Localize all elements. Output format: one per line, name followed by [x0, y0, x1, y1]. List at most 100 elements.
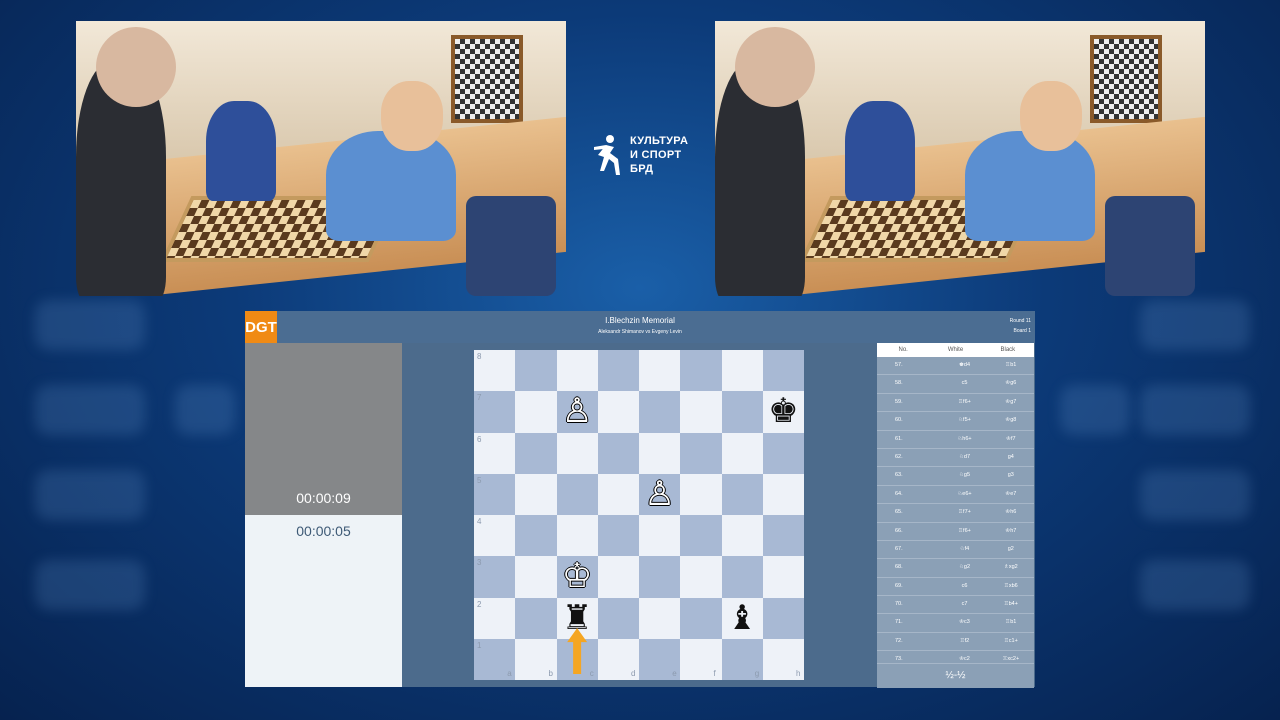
- move-white: ♔c3: [959, 619, 970, 626]
- move-list-header: No. White Black: [877, 343, 1034, 357]
- move-row[interactable]: 63. ♘g5 g3: [877, 467, 1034, 486]
- move-row[interactable]: 69. c6 ♖xb6: [877, 578, 1034, 597]
- move-no: 66.: [895, 527, 903, 534]
- last-move-arrow: [567, 628, 588, 674]
- move-row[interactable]: 66. ♖f6+ ♔h7: [877, 523, 1034, 541]
- round-label: Round 11: [1009, 318, 1031, 324]
- clock-black-time: 00:00:09: [296, 490, 351, 506]
- move-row[interactable]: 67. ♘f4 g2: [877, 541, 1034, 560]
- logo-line-2: И СПОРТ: [630, 149, 682, 161]
- move-row[interactable]: 60. ♘f5+ ♔g8: [877, 412, 1034, 431]
- move-no: 72.: [895, 637, 903, 644]
- move-row[interactable]: 57. ♚d4 ♖b1: [877, 357, 1034, 376]
- move-row[interactable]: 68. ♘g2 ♗xg2: [877, 559, 1034, 578]
- logo-line-3: БРД: [630, 163, 654, 175]
- move-no: 65.: [895, 509, 903, 516]
- move-white: ♖f7+: [958, 509, 971, 516]
- move-white: ♚d4: [958, 362, 971, 368]
- move-row[interactable]: 64. ♘e6+ ♔e7: [877, 486, 1034, 505]
- clock-black: 00:00:09: [245, 343, 402, 515]
- tournament-photo-right: [715, 21, 1205, 296]
- header-white: White: [947, 347, 964, 353]
- move-white: ♘h6+: [957, 435, 972, 442]
- move-white: ♖f6+: [958, 527, 971, 534]
- move-white: ♘f5+: [958, 417, 971, 424]
- move-black: ♖b4+: [1003, 601, 1018, 608]
- background-tile: [1060, 385, 1130, 435]
- move-no: 73.: [895, 656, 903, 663]
- move-no: 67.: [895, 545, 903, 552]
- move-row[interactable]: 59. ♖f6+ ♔g7: [877, 394, 1034, 413]
- move-black: ♔g8: [1005, 417, 1017, 424]
- players-line: Aleksandr Shimanov vs Evgeny Levin: [598, 329, 682, 335]
- move-no: 62.: [895, 453, 903, 460]
- move-white: ♘d7: [958, 453, 971, 460]
- background-tile: [35, 385, 145, 435]
- move-black: ♖c1+: [1003, 637, 1018, 644]
- move-no: 68.: [895, 564, 903, 571]
- move-black: ♖xc2+: [1002, 656, 1020, 663]
- move-black: g2: [1007, 545, 1014, 552]
- move-black: ♖b1: [1005, 362, 1017, 368]
- background-tile: [35, 470, 145, 520]
- background-tile: [1140, 560, 1250, 610]
- move-no: 58.: [895, 380, 903, 387]
- move-white: ♘e6+: [957, 490, 972, 497]
- move-white: ♘f4: [959, 545, 970, 552]
- organizer-logo: КУЛЬТУРА И СПОРТ БРД: [588, 133, 688, 177]
- background-tile: [175, 385, 235, 435]
- move-no: 57.: [895, 362, 903, 368]
- move-black: g4: [1007, 453, 1014, 460]
- move-white: ♔c2: [959, 656, 970, 663]
- move-no: 61.: [895, 435, 903, 442]
- header-bar: DGT I.Blechzin Memorial Aleksandr Shiman…: [245, 311, 1035, 343]
- move-no: 70.: [895, 601, 903, 608]
- background-tile: [35, 300, 145, 350]
- tournament-photo-left: [76, 21, 566, 296]
- move-no: 60.: [895, 417, 903, 424]
- move-black: g3: [1007, 472, 1014, 479]
- move-row[interactable]: 62. ♘d7 g4: [877, 449, 1034, 468]
- clock-white: 00:00:05: [245, 515, 402, 687]
- runner-icon: [594, 135, 620, 175]
- move-no: 63.: [895, 472, 903, 479]
- dgt-broadcast-panel: DGT I.Blechzin Memorial Aleksandr Shiman…: [245, 311, 1035, 688]
- move-black: ♖b1: [1005, 619, 1017, 626]
- game-result: ½-½: [877, 663, 1034, 688]
- header-no: No.: [898, 347, 908, 353]
- background-tile: [1140, 300, 1250, 350]
- move-white: c6: [961, 582, 968, 589]
- background-tile: [1140, 470, 1250, 520]
- move-white: ♘g5: [958, 472, 971, 479]
- move-black: ♔g7: [1005, 398, 1017, 405]
- move-row[interactable]: 71. ♔c3 ♖b1: [877, 614, 1034, 633]
- move-no: 64.: [895, 490, 903, 497]
- move-black: ♖xb6: [1003, 582, 1018, 589]
- move-no: 71.: [895, 619, 903, 626]
- move-list[interactable]: No. White Black 57. ♚d4 ♖b1 58. c5 ♔g6 59. ♖f6+…: [877, 343, 1034, 663]
- move-rows: 57. ♚d4 ♖b1 58. c5 ♔g6 59. ♖f6+ ♔g7 60. ♘f5+ ♔g8 61.…: [877, 357, 1034, 663]
- tournament-title: I.Blechzin Memorial: [605, 316, 675, 325]
- chessboard[interactable]: 8 7 6 5 4 3 2 1 a b c d e f g h ♙ ♚ ♙ ♔ ♜ ♝: [474, 350, 804, 680]
- move-row[interactable]: 73. ♔c2 ♖xc2+: [877, 651, 1034, 663]
- move-no: 69.: [895, 582, 903, 589]
- move-row[interactable]: 65. ♖f7+ ♔h6: [877, 504, 1034, 523]
- move-row[interactable]: 72. ♖f2 ♖c1+: [877, 633, 1034, 652]
- move-white: c7: [961, 601, 968, 608]
- move-black: ♔h6: [1005, 509, 1017, 516]
- board-label: Board 1: [1013, 328, 1031, 334]
- move-row[interactable]: 70. c7 ♖b4+: [877, 596, 1034, 615]
- move-white: c5: [961, 380, 968, 387]
- move-black: ♔f7: [1006, 435, 1016, 442]
- background-tile: [35, 560, 145, 610]
- move-black: ♔h7: [1005, 527, 1017, 534]
- move-row[interactable]: 58. c5 ♔g6: [877, 375, 1034, 394]
- background-tile: [1140, 385, 1250, 435]
- move-white: ♘g2: [958, 564, 971, 571]
- move-row[interactable]: 61. ♘h6+ ♔f7: [877, 431, 1034, 449]
- move-black: ♔g6: [1005, 380, 1017, 387]
- logo-line-1: КУЛЬТУРА: [630, 135, 689, 147]
- move-no: 59.: [895, 398, 903, 405]
- move-black: ♗xg2: [1003, 564, 1018, 571]
- move-white: ♖f2: [959, 637, 970, 644]
